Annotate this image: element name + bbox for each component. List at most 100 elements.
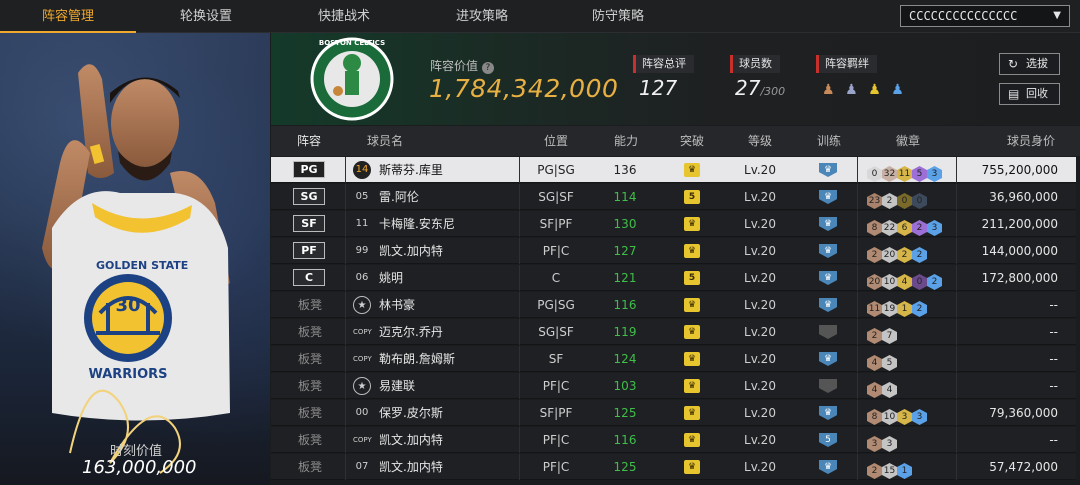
player-name[interactable]: 雷.阿伦 [379,184,419,210]
player-name[interactable]: 凯文.加内特 [379,454,443,480]
column-divider [519,454,520,480]
pick-button[interactable]: ↻ 选拔 [999,53,1060,75]
jersey-number-icon: 05 [355,191,369,202]
badge-hex-icon: 8 [867,220,882,236]
column-divider [956,346,957,372]
column-divider [857,292,858,318]
badge-list[interactable]: 33 [867,431,897,452]
chemistry-icon-3[interactable]: ♟ [868,82,886,98]
bench-slot-label: 板凳 [297,406,322,420]
badge-list[interactable]: 0 32 11 5 3 [867,161,942,182]
svg-text:WARRIORS: WARRIORS [88,367,167,382]
table-row[interactable]: SF 11 卡梅隆.安东尼 SF|PF 130 ♛ Lv.20 ♛ 8 22 6 2 3 211,200,… [271,211,1076,237]
player-worth: -- [1049,325,1058,339]
chemistry-icon-1[interactable]: ♟ [822,82,840,98]
table-row[interactable]: C 06 姚明 C 121 5 Lv.20 ♛ 20 10 4 0 2 172,800,000 [271,265,1076,291]
badge-list[interactable]: 8 22 6 2 3 [867,215,942,236]
player-ability: 124 [613,352,637,366]
player-name[interactable]: 勒布朗.詹姆斯 [379,346,455,372]
badge-hex-icon: 5 [882,355,897,371]
tab-rotation-settings[interactable]: 轮换设置 [136,0,276,33]
player-level: Lv.20 [744,325,776,339]
badge-list[interactable]: 20 10 4 0 2 [867,269,942,290]
moment-value: 163,000,000 [82,457,197,478]
table-row[interactable]: 板凳 COPY 勒布朗.詹姆斯 SF 124 ♛ Lv.20 ♛ 4 5 -- [271,346,1076,372]
badge-hex-icon: 3 [927,166,942,182]
badge-list[interactable]: 27 [867,323,897,344]
badge-list[interactable]: 23 2 0 0 [867,188,927,209]
tab-quick-tactics[interactable]: 快捷战术 [276,0,412,33]
help-icon[interactable]: ? [481,62,494,74]
player-worth: 36,960,000 [989,190,1058,204]
jersey-number-icon: 00 [355,407,369,418]
badge-list[interactable]: 44 [867,377,897,398]
badge-hex-icon: 11 [897,166,912,182]
tab-defense-strategy[interactable]: 防守策略 [552,0,684,33]
badge-list[interactable]: 45 [867,350,897,371]
column-divider [345,265,346,291]
chemistry-icon-4[interactable]: ♟ [891,82,909,98]
column-divider [519,292,520,318]
player-level: Lv.20 [744,406,776,420]
player-ability: 130 [613,217,637,231]
column-divider [956,400,957,426]
column-divider [519,346,520,372]
player-name[interactable]: 林书豪 [379,292,415,318]
player-level: Lv.20 [744,298,776,312]
team-select-dropdown[interactable]: CCCCCCCCCCCCCCC ▼ [900,5,1070,27]
badge-hex-icon: 20 [882,247,897,263]
player-position: SF|PF [539,406,573,420]
column-divider [857,184,858,210]
refresh-icon: ↻ [1008,57,1019,71]
breakthrough-crown-icon: ♛ [684,460,700,474]
player-position: SG|SF [538,190,574,204]
player-ability: 127 [613,244,637,258]
table-row[interactable]: PF 99 凯文.加内特 PF|C 127 ♛ Lv.20 ♛ 2 20 2 2 144,000,000 [271,238,1076,264]
position-slot-badge: C [293,269,325,286]
player-name[interactable]: 凯文.加内特 [379,238,443,264]
chemistry-icon-2[interactable]: ♟ [845,82,863,98]
overall-rating-label: 阵容总评 [633,55,694,73]
player-name[interactable]: 姚明 [379,265,403,291]
player-worth: 79,360,000 [989,406,1058,420]
featured-player-card[interactable]: GOLDEN STATE 30 WARRIORS 时刻价值 163,000,00… [0,33,270,485]
training-shield-icon [819,325,837,339]
badge-list[interactable]: 11 19 1 2 [867,296,927,317]
badge-list[interactable]: 8 10 3 3 [867,404,927,425]
chemistry-icons[interactable]: ♟ ♟ ♟ ♟ [822,79,909,99]
training-shield-icon: ♛ [819,406,837,420]
badge-list[interactable]: 2 15 1 [867,458,912,479]
table-row[interactable]: 板凳 00 保罗.皮尔斯 SF|PF 125 ♛ Lv.20 ♛ 8 10 3 3 79,360,000 [271,400,1076,426]
training-shield-icon: ♛ [819,163,837,177]
training-shield-icon: ♛ [819,190,837,204]
column-divider [857,373,858,399]
table-row[interactable]: PG 14 斯蒂芬.库里 PG|SG 136 ♛ Lv.20 ♛ 0 32 11 5 3 755,200,… [271,157,1076,183]
recycle-button[interactable]: ▤ 回收 [999,83,1060,105]
player-name[interactable]: 卡梅隆.安东尼 [379,211,455,237]
table-row[interactable]: 板凳 07 凯文.加内特 PF|C 125 ♛ Lv.20 ♛ 2 15 1 57,472,000 [271,454,1076,480]
tab-lineup-management[interactable]: 阵容管理 [0,0,136,33]
tab-offense-strategy[interactable]: 进攻策略 [412,0,552,33]
col-level: 等级 [747,134,772,148]
badge-hex-icon: 3 [897,409,912,425]
badge-hex-icon: 3 [882,436,897,452]
column-divider [857,454,858,480]
player-name[interactable]: 凯文.加内特 [379,427,443,453]
position-slot-badge: SF [293,215,325,232]
player-name[interactable]: 易建联 [379,373,415,399]
table-row[interactable]: 板凳 ★ 易建联 PF|C 103 ♛ Lv.20 4 4 -- [271,373,1076,399]
training-shield-icon: ♛ [819,460,837,474]
player-name[interactable]: 斯蒂芬.库里 [379,157,443,183]
player-level: Lv.20 [744,271,776,285]
player-name[interactable]: 迈克尔.乔丹 [379,319,443,345]
table-row[interactable]: SG 05 雷.阿伦 SG|SF 114 5 Lv.20 ♛ 23 2 0 0 36,960,000 [271,184,1076,210]
player-position: PF|C [542,460,570,474]
table-row[interactable]: 板凳 COPY 迈克尔.乔丹 SG|SF 119 ♛ Lv.20 2 7 -- [271,319,1076,345]
badge-hex-icon: 1 [897,301,912,317]
player-name[interactable]: 保罗.皮尔斯 [379,400,443,426]
overall-rating-value: 127 [639,76,678,100]
badge-list[interactable]: 2 20 2 2 [867,242,927,263]
table-row[interactable]: 板凳 ★ 林书豪 PG|SG 116 ♛ Lv.20 ♛ 11 19 1 2 -- [271,292,1076,318]
jersey-number-icon: 99 [355,245,369,256]
table-row[interactable]: 板凳 COPY 凯文.加内特 PF|C 116 ♛ Lv.20 5 3 3 -- [271,427,1076,453]
